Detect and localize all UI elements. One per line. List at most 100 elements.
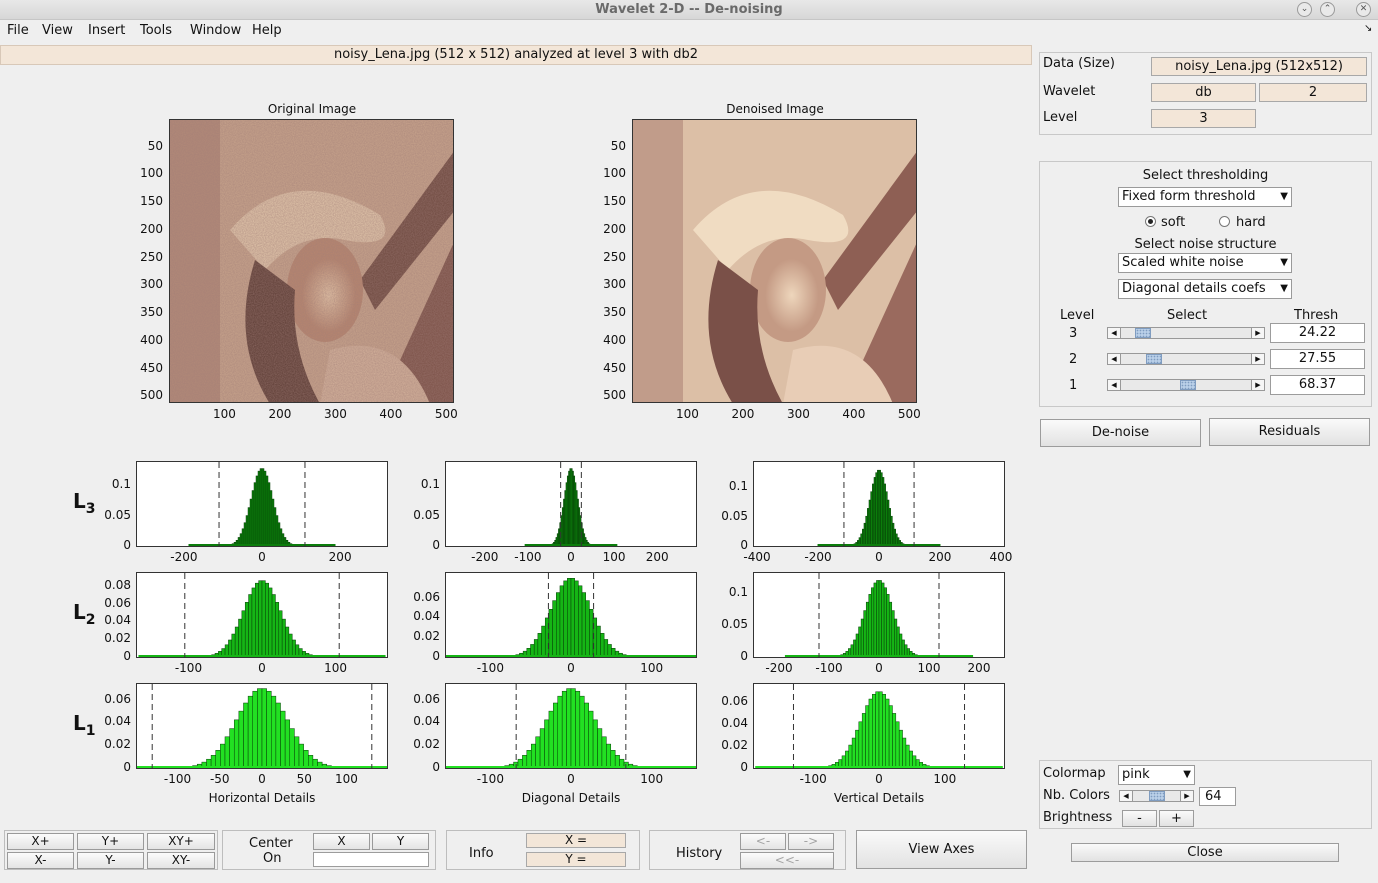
denoised-y-tick: 500 [603,388,626,403]
dock-arrow-icon[interactable]: ↘ [1364,23,1372,34]
histogram-x-tick: 200 [328,550,352,564]
denoised-y-tick: 400 [603,332,626,347]
slider-left-arrow-icon[interactable]: ◀ [1108,354,1121,364]
histogram-L1-vertical[interactable] [753,683,1005,769]
menu-view[interactable]: View [42,23,73,38]
detail-coefs-select[interactable]: Diagonal details coefs ▼ [1118,279,1292,299]
histogram-plot [446,573,696,657]
histogram-bar [885,491,888,546]
slider-right-arrow-icon[interactable]: ▶ [1251,380,1264,390]
zoom-x-plus-button[interactable]: X+ [7,833,74,850]
histogram-x-tick: 0 [567,550,575,564]
menu-help[interactable]: Help [252,23,282,38]
threshold-slider-level-1[interactable]: ◀ ▶ [1107,379,1265,391]
histogram-L1-diagonal[interactable] [445,683,697,769]
brightness-plus-button[interactable]: + [1159,810,1194,827]
nb-colors-field[interactable]: 64 [1199,787,1236,806]
history-back-button[interactable]: <- [740,833,786,850]
minimize-icon[interactable]: ⌄ [1297,2,1312,17]
original-image-render [170,120,453,402]
histogram-x-tick: 200 [928,550,952,564]
histogram-bar [893,528,896,546]
histogram-L2-diagonal[interactable] [445,572,697,658]
histogram-bar [875,472,878,546]
info-label: Info [469,846,494,861]
center-on-field[interactable] [313,852,429,867]
histogram-y-tick: 0.02 [104,737,131,752]
soft-radio[interactable] [1145,216,1156,227]
histogram-bar [257,470,261,546]
histogram-L3-vertical[interactable] [753,461,1005,547]
histogram-y-tick: 0 [740,649,748,663]
slider-thumb[interactable] [1148,791,1165,801]
brightness-minus-button[interactable]: - [1122,810,1157,827]
slider-left-arrow-icon[interactable]: ◀ [1108,328,1121,338]
colormap-select[interactable]: pink ▼ [1118,765,1195,785]
zoom-xy-minus-button[interactable]: XY- [147,852,215,869]
history-forward-button[interactable]: -> [788,833,834,850]
menu-insert[interactable]: Insert [88,23,125,38]
threshold-value-field[interactable]: 24.22 [1270,323,1365,343]
threshold-slider-level-3[interactable]: ◀ ▶ [1107,327,1265,339]
slider-thumb[interactable] [1134,328,1151,338]
soft-label: soft [1161,215,1186,230]
histogram-L3-horizontal[interactable] [136,461,388,547]
slider-right-arrow-icon[interactable]: ▶ [1251,328,1264,338]
menu-file[interactable]: File [7,23,29,38]
histogram-bar [858,626,862,657]
histogram-y-tick: 0.02 [104,631,131,646]
denoised-image[interactable] [632,119,917,403]
level-label: Level [1043,110,1078,125]
histogram-bar [261,688,267,768]
menu-window[interactable]: Window [190,23,241,38]
original-image[interactable] [169,119,454,403]
center-x-button[interactable]: X [313,833,370,850]
histogram-bar [275,602,280,657]
noise-structure-select[interactable]: Scaled white noise ▼ [1118,253,1292,273]
threshold-value-field[interactable]: 68.37 [1270,375,1365,395]
slider-thumb[interactable] [1180,380,1197,390]
histogram-x-tick: -100 [476,661,504,675]
threshold-method-select[interactable]: Fixed form threshold ▼ [1118,187,1292,207]
zoom-y-plus-button[interactable]: Y+ [77,833,144,850]
threshold-level-label: 2 [1069,352,1078,367]
histogram-bar [533,639,539,657]
denoise-button[interactable]: De-noise [1040,419,1201,447]
histogram-bar [596,625,601,657]
menu-tools[interactable]: Tools [140,23,172,38]
histogram-x-tick: -100 [163,772,192,786]
threshold-slider-level-2[interactable]: ◀ ▶ [1107,353,1265,365]
zoom-x-minus-button[interactable]: X- [7,852,74,869]
histogram-bar [559,585,564,657]
denoised-image-title: Denoised Image [726,102,824,116]
histogram-L2-horizontal[interactable] [136,572,388,658]
zoom-xy-plus-button[interactable]: XY+ [147,833,215,850]
level-label-1: L1 [73,711,96,739]
maximize-icon[interactable]: ⌃ [1320,2,1335,17]
hard-radio[interactable] [1219,216,1230,227]
slider-right-arrow-icon[interactable]: ▶ [1251,354,1264,364]
slider-right-arrow-icon[interactable]: ▶ [1180,791,1193,801]
slider-left-arrow-icon[interactable]: ◀ [1108,380,1121,390]
zoom-y-minus-button[interactable]: Y- [77,852,144,869]
residuals-button[interactable]: Residuals [1209,418,1370,446]
close-window-icon[interactable]: ✕ [1356,2,1371,17]
histogram-L3-diagonal[interactable] [445,461,697,547]
close-button[interactable]: Close [1071,843,1339,862]
slider-left-arrow-icon[interactable]: ◀ [1120,791,1133,801]
view-axes-button[interactable]: View Axes [856,830,1027,869]
denoised-x-tick: 500 [897,407,921,421]
threshold-value-field[interactable]: 27.55 [1270,349,1365,369]
center-y-button[interactable]: Y [372,833,429,850]
histogram-bar [601,736,607,768]
nb-colors-slider[interactable]: ◀ ▶ [1119,790,1194,802]
histogram-bar [875,691,880,768]
history-first-button[interactable]: <<- [740,852,834,869]
histogram-x-tick: -200 [765,661,793,675]
wavelet-label: Wavelet [1043,84,1096,99]
histogram-bar [265,582,269,657]
histogram-L2-vertical[interactable] [753,572,1005,658]
histogram-x-tick: -200 [170,550,198,564]
histogram-L1-horizontal[interactable] [136,683,388,769]
slider-thumb[interactable] [1146,354,1163,364]
